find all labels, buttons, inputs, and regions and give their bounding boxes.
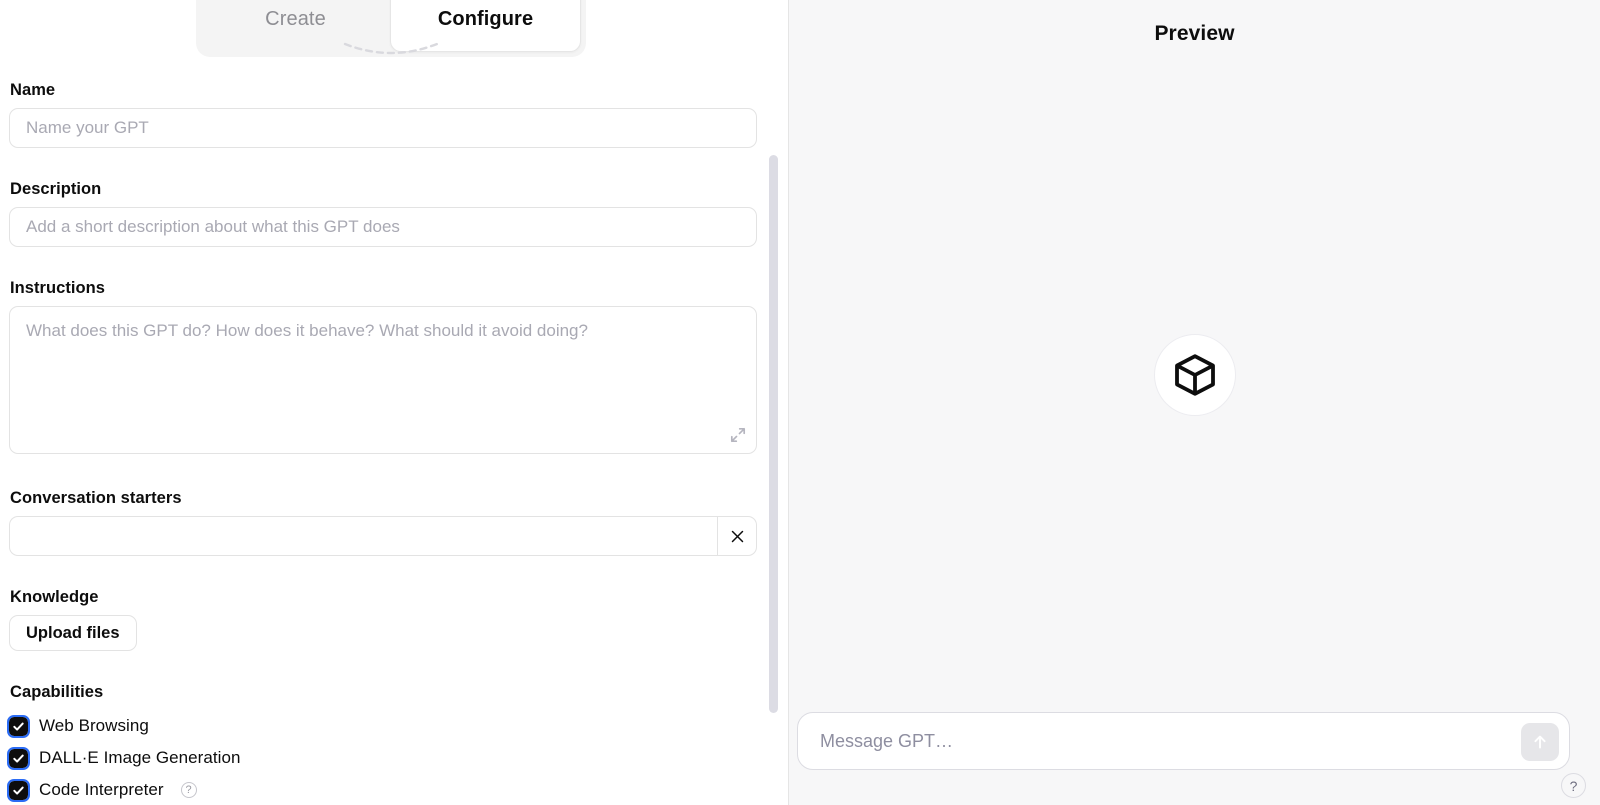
conversation-starters-label: Conversation starters bbox=[10, 489, 182, 507]
tab-group: Create Configure bbox=[196, 0, 586, 57]
avatar bbox=[1153, 334, 1236, 416]
capabilities-label: Capabilities bbox=[10, 683, 104, 701]
instructions-box bbox=[9, 306, 757, 454]
capability-row-code-interpreter[interactable]: Code Interpreter ? bbox=[7, 774, 509, 805]
preview-composer bbox=[797, 712, 1570, 770]
preview-title: Preview bbox=[1154, 22, 1235, 45]
help-button[interactable]: ? bbox=[1561, 773, 1586, 798]
send-message-button[interactable] bbox=[1521, 723, 1559, 761]
name-input[interactable] bbox=[9, 108, 757, 148]
capability-label: Web Browsing bbox=[39, 716, 149, 735]
cube-box-icon bbox=[1174, 354, 1215, 396]
capabilities-list: Web Browsing DALL·E Image Generation Cod… bbox=[7, 710, 509, 805]
arrow-up-icon bbox=[1534, 735, 1546, 749]
info-help-icon[interactable]: ? bbox=[180, 782, 197, 798]
preview-panel: Preview ? bbox=[789, 0, 1600, 805]
gpt-builder-window: Create Configure Name Description Instru… bbox=[0, 0, 1600, 805]
instructions-textarea[interactable] bbox=[10, 307, 756, 453]
conversation-starter-input[interactable] bbox=[9, 516, 717, 556]
description-label: Description bbox=[10, 180, 102, 198]
expand-diagonal-icon[interactable] bbox=[729, 426, 747, 444]
capability-label: DALL·E Image Generation bbox=[39, 748, 241, 767]
capability-row-dalle-image-generation[interactable]: DALL·E Image Generation bbox=[7, 742, 509, 774]
instructions-label: Instructions bbox=[10, 279, 106, 297]
remove-conversation-starter-button[interactable] bbox=[717, 516, 757, 556]
capability-label: Code Interpreter bbox=[39, 780, 164, 799]
builder-tabs: Create Configure bbox=[196, 0, 586, 57]
conversation-starter-row bbox=[9, 516, 757, 556]
checkbox-code-interpreter[interactable] bbox=[7, 778, 30, 802]
checkbox-dalle-image-generation[interactable] bbox=[7, 746, 30, 770]
check-icon bbox=[13, 754, 24, 763]
name-label: Name bbox=[10, 81, 56, 99]
configure-panel: Create Configure Name Description Instru… bbox=[0, 0, 789, 805]
tab-configure[interactable]: Configure bbox=[390, 0, 581, 52]
description-input[interactable] bbox=[9, 207, 757, 247]
upload-files-button[interactable]: Upload files bbox=[9, 615, 137, 651]
close-x-icon bbox=[731, 530, 743, 542]
tab-create[interactable]: Create bbox=[201, 0, 390, 52]
capability-row-web-browsing[interactable]: Web Browsing bbox=[7, 710, 509, 742]
configure-panel-scrollbar[interactable] bbox=[769, 0, 778, 805]
composer-box bbox=[797, 712, 1570, 770]
checkbox-web-browsing[interactable] bbox=[7, 714, 30, 738]
scrollbar-thumb[interactable] bbox=[769, 155, 778, 713]
preview-empty-state bbox=[789, 60, 1600, 690]
knowledge-label: Knowledge bbox=[10, 588, 99, 606]
check-icon bbox=[13, 786, 24, 795]
check-icon bbox=[13, 722, 24, 731]
message-input[interactable] bbox=[798, 713, 1569, 769]
